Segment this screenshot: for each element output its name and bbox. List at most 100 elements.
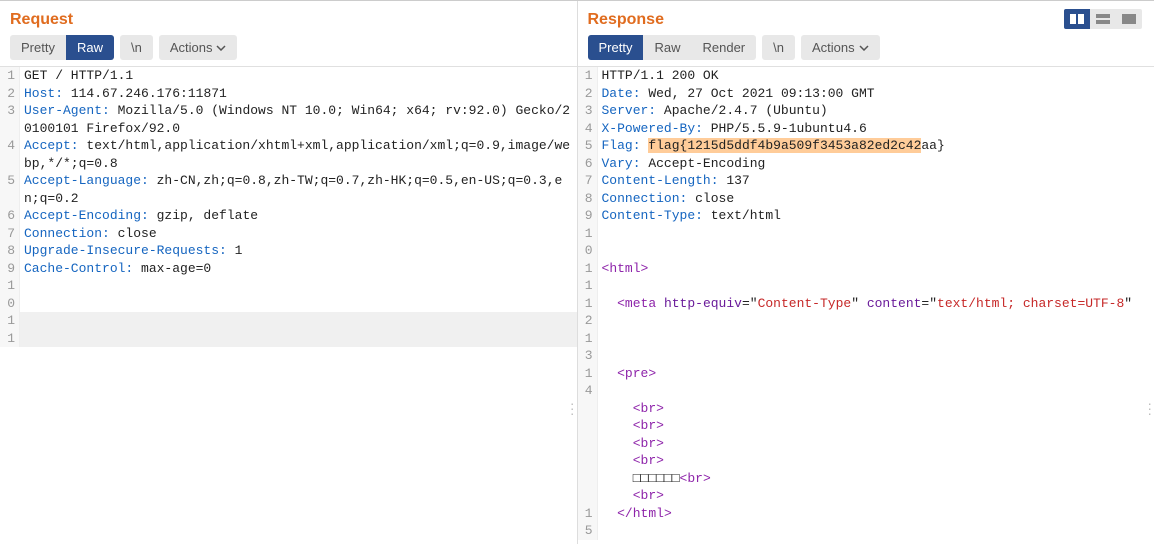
code-line[interactable]: 11 (0, 312, 577, 347)
line-content[interactable] (598, 225, 1154, 260)
line-number: 2 (0, 85, 20, 103)
code-line[interactable]: <br> (578, 417, 1154, 435)
line-number: 2 (578, 85, 598, 103)
line-content[interactable]: User-Agent: Mozilla/5.0 (Windows NT 10.0… (20, 102, 577, 137)
code-line[interactable]: 14 <pre> (578, 365, 1154, 400)
response-editor[interactable]: 1HTTP/1.1 200 OK2Date: Wed, 27 Oct 2021 … (578, 66, 1154, 544)
tab-pretty[interactable]: Pretty (588, 35, 644, 60)
line-content[interactable]: Cache-Control: max-age=0 (20, 260, 577, 278)
response-title: Response (588, 11, 664, 29)
line-content[interactable]: Accept-Encoding: gzip, deflate (20, 207, 577, 225)
line-content[interactable]: <br> (598, 452, 1154, 470)
line-content[interactable]: <br> (598, 435, 1154, 453)
code-line[interactable]: 5Flag: flag{1215d5ddf4b9a509f3453a82ed2c… (578, 137, 1154, 155)
actions-button[interactable]: Actions (801, 35, 880, 60)
actions-button[interactable]: Actions (159, 35, 238, 60)
code-line[interactable]: 2Date: Wed, 27 Oct 2021 09:13:00 GMT (578, 85, 1154, 103)
line-content[interactable]: <pre> (598, 365, 1154, 400)
newline-toggle[interactable]: \n (762, 35, 795, 60)
layout-split-vertical[interactable] (1064, 9, 1090, 29)
line-content[interactable]: Date: Wed, 27 Oct 2021 09:13:00 GMT (598, 85, 1154, 103)
line-content[interactable]: Content-Length: 137 (598, 172, 1154, 190)
tab-render[interactable]: Render (691, 35, 756, 60)
code-line[interactable]: <br> (578, 400, 1154, 418)
newline-toggle[interactable]: \n (120, 35, 153, 60)
code-line[interactable]: 8Connection: close (578, 190, 1154, 208)
code-line[interactable]: 9Cache-Control: max-age=0 (0, 260, 577, 278)
line-number: 8 (0, 242, 20, 260)
line-content[interactable] (598, 330, 1154, 365)
line-number: 6 (0, 207, 20, 225)
chevron-down-icon (216, 45, 226, 51)
tab-raw[interactable]: Raw (66, 35, 114, 60)
layout-single[interactable] (1116, 9, 1142, 29)
code-line[interactable]: 1GET / HTTP/1.1 (0, 67, 577, 85)
line-content[interactable]: Connection: close (598, 190, 1154, 208)
code-line[interactable]: <br> (578, 452, 1154, 470)
code-line[interactable]: 4Accept: text/html,application/xhtml+xml… (0, 137, 577, 172)
line-content[interactable]: Accept-Language: zh-CN,zh;q=0.8,zh-TW;q=… (20, 172, 577, 207)
line-content[interactable]: <br> (598, 417, 1154, 435)
tab-pretty[interactable]: Pretty (10, 35, 66, 60)
line-number: 7 (0, 225, 20, 243)
line-content[interactable]: Upgrade-Insecure-Requests: 1 (20, 242, 577, 260)
line-content[interactable]: <meta http-equiv="Content-Type" content=… (598, 295, 1154, 330)
actions-label: Actions (170, 40, 213, 55)
code-line[interactable]: 5Accept-Language: zh-CN,zh;q=0.8,zh-TW;q… (0, 172, 577, 207)
code-line[interactable]: <br> (578, 435, 1154, 453)
line-content[interactable]: Server: Apache/2.4.7 (Ubuntu) (598, 102, 1154, 120)
line-number: 5 (578, 137, 598, 155)
line-content[interactable]: Host: 114.67.246.176:11871 (20, 85, 577, 103)
line-content[interactable] (20, 277, 577, 312)
request-header: Request (0, 1, 577, 35)
line-number: 6 (578, 155, 598, 173)
line-content[interactable]: Accept: text/html,application/xhtml+xml,… (20, 137, 577, 172)
line-content[interactable]: Flag: flag{1215d5ddf4b9a509f3453a82ed2c4… (598, 137, 1154, 155)
code-line[interactable]: 13 (578, 330, 1154, 365)
line-number (578, 470, 598, 488)
line-content[interactable]: Vary: Accept-Encoding (598, 155, 1154, 173)
request-title: Request (10, 11, 73, 29)
line-content[interactable]: </html> (598, 505, 1154, 540)
line-content[interactable]: HTTP/1.1 200 OK (598, 67, 1154, 85)
line-content[interactable]: <br> (598, 487, 1154, 505)
code-line[interactable]: 12 <meta http-equiv="Content-Type" conte… (578, 295, 1154, 330)
drag-handle-icon[interactable]: ··· (570, 401, 575, 416)
code-line[interactable]: □□□□□□<br> (578, 470, 1154, 488)
response-header: Response (578, 1, 1154, 35)
line-content[interactable]: GET / HTTP/1.1 (20, 67, 577, 85)
request-editor[interactable]: 1GET / HTTP/1.12Host: 114.67.246.176:118… (0, 66, 577, 544)
code-line[interactable]: 1HTTP/1.1 200 OK (578, 67, 1154, 85)
line-number (578, 417, 598, 435)
code-line[interactable]: 15 </html> (578, 505, 1154, 540)
code-line[interactable]: 2Host: 114.67.246.176:11871 (0, 85, 577, 103)
line-number: 10 (578, 225, 598, 260)
line-number: 3 (578, 102, 598, 120)
line-number: 9 (578, 207, 598, 225)
line-content[interactable]: <html> (598, 260, 1154, 295)
code-line[interactable]: <br> (578, 487, 1154, 505)
code-line[interactable]: 7Content-Length: 137 (578, 172, 1154, 190)
code-line[interactable]: 11<html> (578, 260, 1154, 295)
code-line[interactable]: 7Connection: close (0, 225, 577, 243)
code-line[interactable]: 6Accept-Encoding: gzip, deflate (0, 207, 577, 225)
line-content[interactable]: Connection: close (20, 225, 577, 243)
drag-handle-icon[interactable]: ··· (1147, 401, 1152, 416)
code-line[interactable]: 9Content-Type: text/html (578, 207, 1154, 225)
line-content[interactable]: <br> (598, 400, 1154, 418)
layout-split-horizontal[interactable] (1090, 9, 1116, 29)
line-content[interactable]: X-Powered-By: PHP/5.5.9-1ubuntu4.6 (598, 120, 1154, 138)
tab-raw[interactable]: Raw (643, 35, 691, 60)
line-content[interactable]: □□□□□□<br> (598, 470, 1154, 488)
line-number: 8 (578, 190, 598, 208)
code-line[interactable]: 3User-Agent: Mozilla/5.0 (Windows NT 10.… (0, 102, 577, 137)
code-line[interactable]: 10 (578, 225, 1154, 260)
code-line[interactable]: 10 (0, 277, 577, 312)
code-line[interactable]: 8Upgrade-Insecure-Requests: 1 (0, 242, 577, 260)
code-line[interactable]: 4X-Powered-By: PHP/5.5.9-1ubuntu4.6 (578, 120, 1154, 138)
request-panel: Request Pretty Raw \n Actions 1GET / HTT… (0, 1, 578, 544)
line-content[interactable] (20, 312, 577, 347)
code-line[interactable]: 6Vary: Accept-Encoding (578, 155, 1154, 173)
code-line[interactable]: 3Server: Apache/2.4.7 (Ubuntu) (578, 102, 1154, 120)
line-content[interactable]: Content-Type: text/html (598, 207, 1154, 225)
